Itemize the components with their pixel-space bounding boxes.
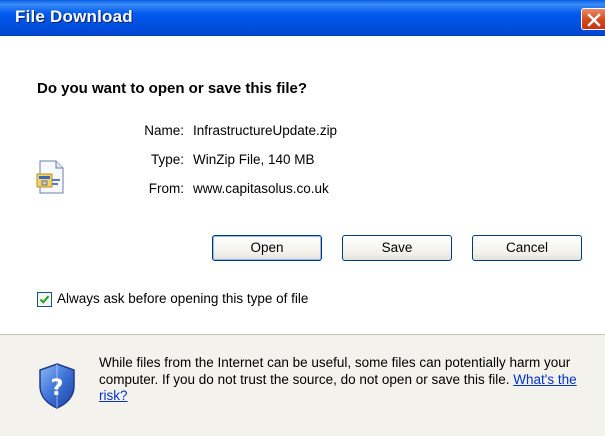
type-label: Type:: [150, 152, 184, 167]
svg-text:?: ?: [51, 376, 64, 401]
dialog-question: Do you want to open or save this file?: [37, 80, 308, 97]
name-value: InfrastructureUpdate.zip: [193, 123, 338, 138]
from-value: www.capitasolus.co.uk: [193, 181, 329, 196]
window-title: File Download: [15, 7, 133, 26]
open-button[interactable]: Open: [212, 235, 322, 261]
name-label: Name:: [144, 123, 184, 138]
shield-question-icon: ?: [39, 363, 75, 409]
checkmark-icon: [39, 295, 50, 304]
warning-message: While files from the Internet can be use…: [99, 355, 579, 405]
always-ask-checkbox[interactable]: [37, 292, 52, 307]
type-value: WinZip File, 140 MB: [193, 152, 315, 167]
zip-file-icon: [36, 160, 64, 194]
from-label: From:: [148, 181, 184, 196]
title-bar[interactable]: File Download: [0, 0, 605, 36]
warning-text: While files from the Internet can be use…: [99, 355, 571, 387]
security-warning: ? While files from the Internet can be u…: [0, 335, 605, 436]
file-download-dialog: File Download Do you want to open or sav…: [0, 0, 605, 436]
cancel-button[interactable]: Cancel: [472, 235, 582, 261]
dialog-body: Do you want to open or save this file? N…: [0, 36, 605, 371]
save-button[interactable]: Save: [342, 235, 452, 261]
always-ask-label: Always ask before opening this type of f…: [57, 291, 309, 306]
close-button[interactable]: [581, 8, 605, 30]
close-icon: [587, 13, 601, 27]
